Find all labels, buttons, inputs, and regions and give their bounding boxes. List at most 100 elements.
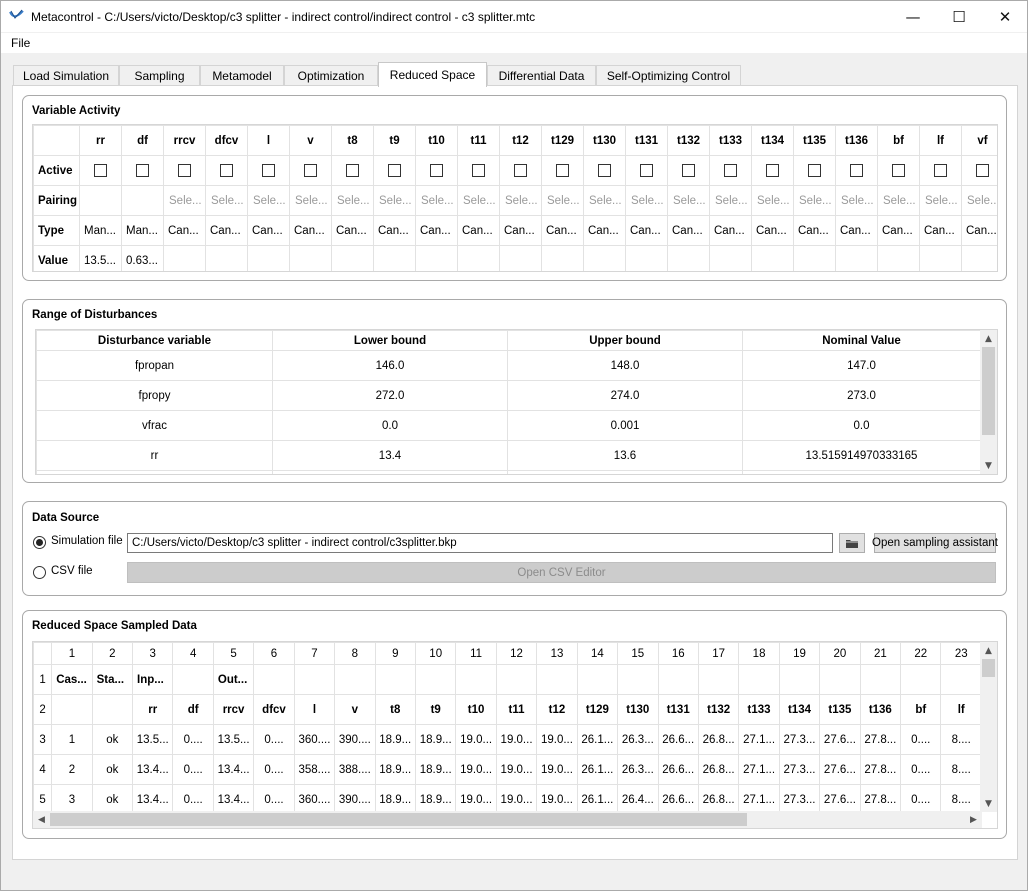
sampled-cell[interactable] <box>414 664 457 695</box>
sampled-cell[interactable]: Sta... <box>91 664 134 695</box>
column-header[interactable]: t131 <box>625 125 668 156</box>
sampled-cell[interactable]: 13.5... <box>132 724 174 755</box>
column-header[interactable]: t8 <box>331 125 374 156</box>
type-cell[interactable]: Can... <box>499 215 542 246</box>
column-header[interactable]: rr <box>79 125 122 156</box>
column-header[interactable]: t130 <box>583 125 626 156</box>
disturbance-column-header[interactable]: Nominal Value <box>742 330 981 351</box>
value-cell[interactable] <box>877 245 920 271</box>
scroll-thumb[interactable] <box>50 813 747 826</box>
tab-reduced-space[interactable]: Reduced Space <box>378 62 487 87</box>
column-number-header[interactable]: 12 <box>495 642 538 665</box>
sampled-cell[interactable] <box>778 664 821 695</box>
disturbance-cell[interactable]: 0.001 <box>507 410 743 441</box>
row-number-header[interactable]: 1 <box>33 664 53 695</box>
sampled-cell[interactable] <box>172 664 214 695</box>
sampled-cell[interactable]: 18.9... <box>374 724 416 755</box>
column-header[interactable]: t133 <box>709 125 752 156</box>
disturbance-cell[interactable]: 273.0 <box>742 380 981 411</box>
scroll-right-arrow[interactable]: ▶ <box>965 811 982 828</box>
sampled-cell[interactable]: t133 <box>738 694 780 725</box>
sampled-cell[interactable]: 3 <box>51 784 93 815</box>
row-number-header[interactable]: 5 <box>33 784 53 815</box>
pairing-cell[interactable]: Sele... <box>499 185 542 216</box>
column-number-header[interactable]: 6 <box>253 642 295 665</box>
value-cell[interactable]: 13.5... <box>79 245 122 271</box>
sampled-cell[interactable] <box>697 664 740 695</box>
scroll-up-arrow[interactable]: ▲ <box>980 642 997 659</box>
active-checkbox[interactable] <box>94 164 107 177</box>
sampled-cell[interactable]: bf <box>900 694 942 725</box>
scroll-up-arrow[interactable]: ▲ <box>980 330 997 347</box>
column-number-header[interactable]: 2 <box>91 642 134 665</box>
sampled-cell[interactable]: t8 <box>374 694 416 725</box>
sampled-cell[interactable]: 26.1... <box>576 754 619 785</box>
column-header[interactable]: t10 <box>415 125 458 156</box>
scroll-thumb[interactable] <box>982 659 995 677</box>
type-cell[interactable]: Can... <box>457 215 500 246</box>
pairing-cell[interactable]: Sele... <box>373 185 416 216</box>
disturbance-cell[interactable]: 13.4 <box>272 440 508 471</box>
sampled-cell[interactable]: 19.0... <box>495 724 538 755</box>
sampled-cell[interactable]: 19.0... <box>536 724 578 755</box>
pairing-cell[interactable]: Sele... <box>751 185 794 216</box>
sampled-cell[interactable] <box>657 664 699 695</box>
sampled-cell[interactable]: 0.... <box>900 724 942 755</box>
sampled-cell[interactable]: 8.... <box>940 784 982 815</box>
column-header[interactable]: v <box>289 125 332 156</box>
column-header[interactable]: dfcv <box>205 125 248 156</box>
active-checkbox[interactable] <box>262 164 275 177</box>
value-cell[interactable] <box>835 245 878 271</box>
sampled-cell[interactable]: v <box>334 694 376 725</box>
disturbance-cell[interactable] <box>507 470 743 474</box>
sampled-cell[interactable]: lf <box>940 694 982 725</box>
active-checkbox[interactable] <box>136 164 149 177</box>
sampled-cell[interactable] <box>738 664 780 695</box>
pairing-cell[interactable]: Sele... <box>961 185 997 216</box>
sampled-cell[interactable]: 18.9... <box>374 754 416 785</box>
sampled-cell[interactable] <box>617 664 659 695</box>
close-button[interactable]: ✕ <box>982 1 1028 32</box>
pairing-cell[interactable]: Sele... <box>625 185 668 216</box>
column-number-header[interactable]: 9 <box>374 642 416 665</box>
sampled-cell[interactable]: 27.6... <box>819 784 861 815</box>
column-header[interactable]: t12 <box>499 125 542 156</box>
value-cell[interactable] <box>751 245 794 271</box>
type-cell[interactable]: Can... <box>583 215 626 246</box>
value-cell[interactable] <box>667 245 710 271</box>
active-checkbox[interactable] <box>976 164 989 177</box>
active-checkbox[interactable] <box>682 164 695 177</box>
disturbance-cell[interactable]: rr <box>36 440 273 471</box>
type-cell[interactable]: Can... <box>961 215 997 246</box>
sampled-cell[interactable]: t129 <box>576 694 619 725</box>
scroll-thumb[interactable] <box>982 347 995 435</box>
active-checkbox[interactable] <box>934 164 947 177</box>
sampled-cell[interactable]: Cas... <box>51 664 93 695</box>
sampled-cell[interactable]: 0.... <box>253 724 295 755</box>
column-header[interactable]: t135 <box>793 125 836 156</box>
value-cell[interactable] <box>709 245 752 271</box>
type-cell[interactable]: Can... <box>793 215 836 246</box>
pairing-cell[interactable]: Sele... <box>709 185 752 216</box>
type-cell[interactable]: Can... <box>667 215 710 246</box>
type-cell[interactable]: Can... <box>247 215 290 246</box>
column-number-header[interactable]: 8 <box>334 642 376 665</box>
type-cell[interactable]: Can... <box>709 215 752 246</box>
sampled-cell[interactable] <box>91 694 134 725</box>
menu-file[interactable]: File <box>11 36 30 50</box>
sampled-cell[interactable] <box>819 664 861 695</box>
type-cell[interactable]: Can... <box>541 215 584 246</box>
sampled-cell[interactable]: t10 <box>455 694 497 725</box>
sampled-cell[interactable]: 390.... <box>334 724 376 755</box>
value-cell[interactable] <box>331 245 374 271</box>
disturbance-cell[interactable]: vfrac <box>36 410 273 441</box>
column-number-header[interactable]: 17 <box>697 642 740 665</box>
sampled-cell[interactable]: 26.8... <box>697 724 740 755</box>
type-cell[interactable]: Can... <box>289 215 332 246</box>
sampled-cell[interactable]: ok <box>91 784 134 815</box>
value-cell[interactable] <box>919 245 962 271</box>
sampled-cell[interactable]: 26.4... <box>617 784 659 815</box>
value-cell[interactable] <box>625 245 668 271</box>
sampled-cell[interactable]: 18.9... <box>374 784 416 815</box>
disturbance-cell[interactable]: 0.0 <box>742 410 981 441</box>
